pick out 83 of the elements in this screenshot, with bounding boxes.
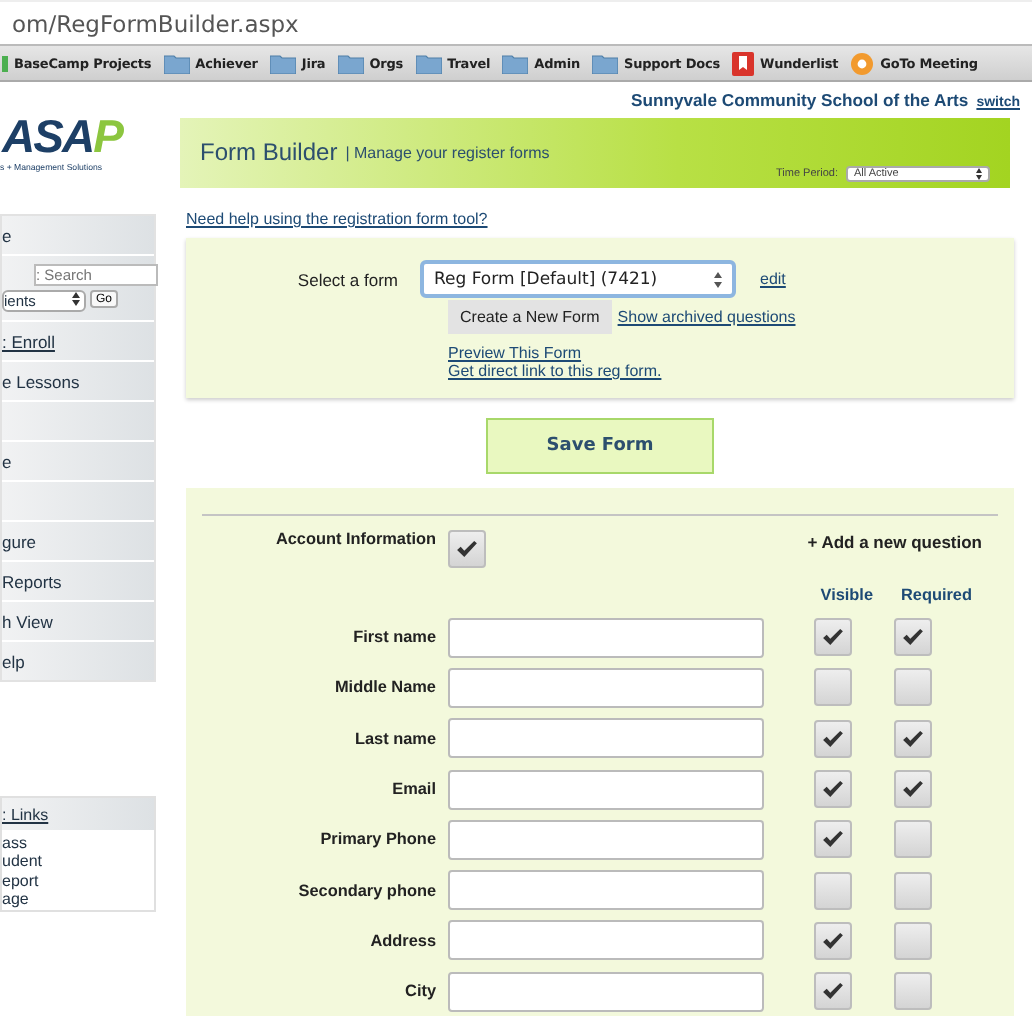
school-name: Sunnyvale Community School of the Arts [630,90,969,110]
sidebar-item[interactable]: e [2,225,12,245]
required-checkbox[interactable] [894,668,932,707]
checkmark-icon [456,540,478,558]
preview-link[interactable]: Preview This Form [448,344,582,362]
sidebar-item[interactable]: Reports [2,571,62,591]
field-label: Middle Name [332,678,438,697]
logo: ASAP [2,114,125,158]
folder-icon [502,53,529,73]
checkmark-icon [902,780,924,799]
input-field[interactable] [448,769,764,810]
select-form-label: Select a form [295,269,400,289]
input-field[interactable] [448,617,764,658]
required-checkbox[interactable] [894,618,932,657]
edit-link[interactable]: edit [760,270,786,288]
page-title: Form Builder [200,138,338,166]
visible-checkbox[interactable] [814,770,852,809]
sidebar-link[interactable]: : Enroll [2,331,55,351]
required-checkbox[interactable] [894,921,932,960]
updown-icon [72,292,80,306]
folder-icon [591,53,618,73]
field-label: Email [390,780,438,799]
quick-link[interactable]: eport [2,871,39,890]
folder-icon [269,53,296,73]
checkmark-icon [902,729,924,748]
column-header: Required [901,586,972,604]
input-field[interactable] [448,819,764,860]
section-title: Account Information [273,530,438,548]
save-form-button[interactable]: Save Form [486,418,714,474]
sidebar-item[interactable]: gure [2,531,37,551]
input-field[interactable] [448,718,764,759]
field-label: First name [351,628,438,647]
visible-checkbox[interactable] [814,820,852,859]
folder-icon [337,53,364,73]
quick-links-title[interactable]: : Links [2,805,49,823]
add-question-link[interactable]: + Add a new question [807,532,982,552]
archived-questions-link[interactable]: Show archived questions [617,308,796,326]
folder-icon [415,53,442,73]
help-link[interactable]: Need help using the registration form tool? [186,210,488,228]
column-header: Visible [820,586,873,604]
page-subtitle: | Manage your register forms [345,142,550,162]
field-label: Primary Phone [318,830,438,849]
checkmark-icon [822,780,844,799]
updown-icon [976,168,982,180]
quick-link[interactable]: age [2,889,29,908]
required-checkbox[interactable] [894,972,932,1011]
sidebar-item[interactable]: elp [2,651,25,671]
direct-link[interactable]: Get direct link to this reg form. [448,362,662,380]
form-select[interactable]: Reg Form [Default] (7421) [420,260,736,298]
quick-link[interactable]: udent [2,852,43,871]
field-label: City [403,982,438,1001]
checkmark-icon [822,830,844,849]
required-checkbox[interactable] [894,770,932,809]
section-checkbox[interactable] [448,530,486,568]
sidebar-item[interactable]: e Lessons [2,371,80,391]
create-form-button[interactable]: Create a New Form [448,300,612,334]
field-label: Last name [353,729,438,748]
quick-link[interactable]: ass [2,834,27,852]
sidebar-item[interactable]: e [2,451,12,471]
visible-checkbox[interactable] [814,871,852,910]
input-field[interactable] [448,971,764,1012]
input-field[interactable] [448,667,764,708]
visible-checkbox[interactable] [814,972,852,1011]
visible-checkbox[interactable] [814,668,852,707]
required-checkbox[interactable] [894,871,932,910]
required-checkbox[interactable] [894,820,932,859]
input-field[interactable] [448,920,764,961]
visible-checkbox[interactable] [814,719,852,758]
checkmark-icon [822,931,844,950]
updown-icon [714,271,722,287]
folder-icon [163,53,190,73]
bookmark-ribbon-icon [732,51,755,75]
checkmark-icon [822,628,844,647]
checkmark-icon [902,628,924,647]
field-label: Secondary phone [296,881,438,900]
checkmark-icon [822,982,844,1001]
sidebar-item[interactable]: h View [2,611,53,631]
visible-checkbox[interactable] [814,921,852,960]
visible-checkbox[interactable] [814,618,852,657]
required-checkbox[interactable] [894,719,932,758]
input-field[interactable] [448,870,764,911]
checkmark-icon [822,729,844,748]
field-label: Address [368,931,438,950]
